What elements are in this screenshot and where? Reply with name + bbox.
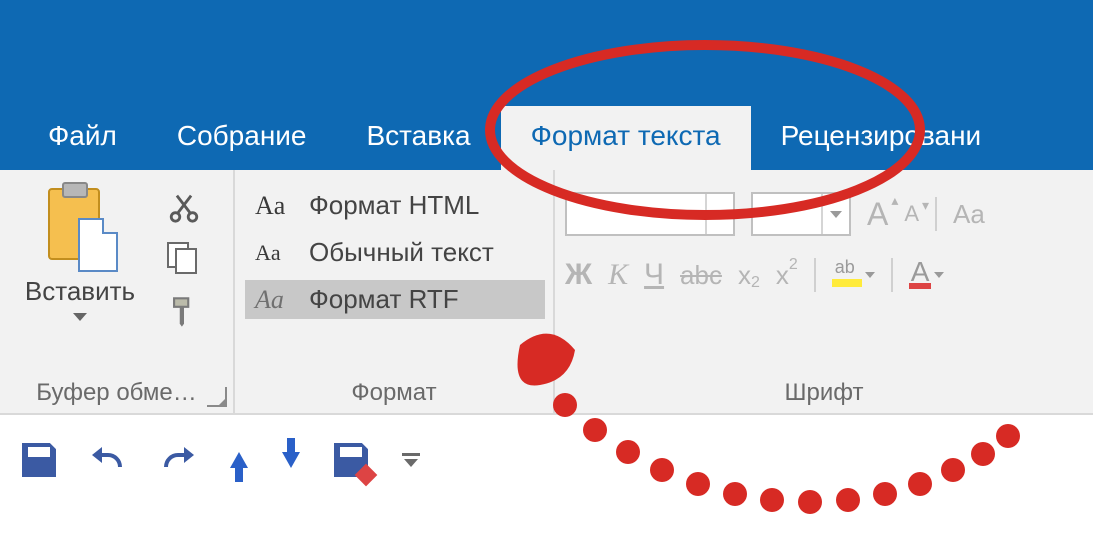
grow-font-button[interactable]: A▴ xyxy=(867,196,888,233)
subscript-index: 2 xyxy=(751,274,760,292)
chevron-down-icon[interactable] xyxy=(821,194,849,234)
aa-icon: Aa xyxy=(255,191,297,221)
shrink-font-button[interactable]: A▾ xyxy=(904,201,919,227)
group-format-label: Формат xyxy=(245,375,543,409)
superscript-button[interactable]: x2 xyxy=(776,260,798,291)
save-and-edit-button[interactable] xyxy=(334,443,368,477)
chevron-down-icon[interactable] xyxy=(934,272,944,278)
chevron-down-icon[interactable] xyxy=(705,194,733,234)
aa-icon: Aa xyxy=(255,285,297,315)
clipboard-dialog-launcher[interactable] xyxy=(207,387,227,407)
quick-access-toolbar xyxy=(0,415,1093,505)
change-styles-button[interactable]: Aa xyxy=(953,199,985,230)
group-clipboard: Вставить Буфер обме… xyxy=(0,170,235,413)
font-color-icon: A xyxy=(909,261,932,289)
separator xyxy=(935,197,937,231)
undo-button[interactable] xyxy=(90,445,126,475)
copy-button[interactable] xyxy=(167,242,201,276)
arrow-down-icon xyxy=(282,452,300,468)
ribbon: Вставить Буфер обме… Aa xyxy=(0,170,1093,415)
format-html-option[interactable]: Aa Формат HTML xyxy=(245,186,545,225)
format-rtf-option[interactable]: Aa Формат RTF xyxy=(245,280,545,319)
tab-format-text[interactable]: Формат текста xyxy=(501,106,751,170)
paste-icon xyxy=(42,186,118,272)
font-color-button[interactable]: A xyxy=(909,261,945,289)
paste-label: Вставить xyxy=(25,276,135,307)
chevron-down-icon[interactable] xyxy=(73,313,87,321)
italic-button[interactable]: К xyxy=(608,258,628,292)
format-plain-label: Обычный текст xyxy=(309,237,494,268)
font-name-combo[interactable] xyxy=(565,192,735,236)
ribbon-tabstrip: Файл Собрание Вставка Формат текста Реце… xyxy=(0,0,1093,170)
separator xyxy=(814,258,816,292)
customize-qat-button[interactable] xyxy=(402,453,420,467)
subscript-base: x xyxy=(738,260,751,291)
highlight-color-button[interactable] xyxy=(832,263,875,287)
arrow-up-icon xyxy=(230,452,248,468)
bold-button[interactable]: Ж xyxy=(565,258,592,292)
aa-icon: Aa xyxy=(255,240,297,266)
save-icon xyxy=(22,443,56,477)
aa-icon: Aa xyxy=(953,199,985,230)
superscript-index: 2 xyxy=(789,256,798,274)
cut-button[interactable] xyxy=(167,190,201,224)
group-font: A▴ A▾ Aa Ж К Ч abc x2 x2 xyxy=(555,170,1093,413)
strikethrough-button[interactable]: abc xyxy=(680,260,722,291)
underline-button[interactable]: Ч xyxy=(644,258,664,292)
previous-item-button[interactable] xyxy=(230,452,248,468)
tab-insert[interactable]: Вставка xyxy=(337,106,501,170)
tab-meeting[interactable]: Собрание xyxy=(147,106,337,170)
superscript-base: x xyxy=(776,260,789,291)
tab-review[interactable]: Рецензировани xyxy=(751,106,1012,170)
format-plain-option[interactable]: Aa Обычный текст xyxy=(245,233,545,272)
group-clipboard-label: Буфер обме… xyxy=(10,375,223,409)
font-size-combo[interactable] xyxy=(751,192,851,236)
subscript-button[interactable]: x2 xyxy=(738,260,760,291)
format-html-label: Формат HTML xyxy=(309,190,479,221)
chevron-down-icon[interactable] xyxy=(865,272,875,278)
format-rtf-label: Формат RTF xyxy=(309,284,459,315)
next-item-button[interactable] xyxy=(282,452,300,468)
separator xyxy=(891,258,893,292)
highlight-icon xyxy=(832,263,862,287)
save-button[interactable] xyxy=(22,443,56,477)
format-painter-button[interactable] xyxy=(167,294,201,328)
redo-button[interactable] xyxy=(160,445,196,475)
group-font-label: Шрифт xyxy=(565,375,1083,409)
paste-button[interactable]: Вставить xyxy=(10,180,150,321)
group-format: Aa Формат HTML Aa Обычный текст Aa Форма… xyxy=(235,170,555,413)
tab-file[interactable]: Файл xyxy=(18,106,147,170)
